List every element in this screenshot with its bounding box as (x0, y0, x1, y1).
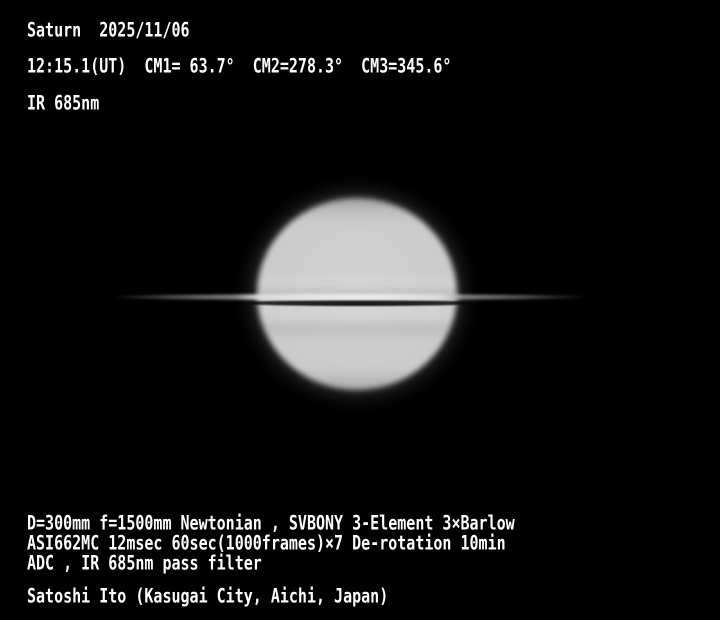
saturn-globe-wrap (253, 193, 461, 393)
saturn-annotation-image: Saturn 2025/11/06 12:15.1(UT) CM1= 63.7°… (0, 0, 720, 620)
equipment-line-filter: ADC , IR 685nm pass filter (27, 550, 262, 576)
saturn-rings-edge-on (110, 294, 588, 300)
saturn-ring-shadow-lane (232, 300, 488, 306)
credit-text: Satoshi Ito (Kasugai City, Aichi, Japan) (27, 583, 388, 609)
